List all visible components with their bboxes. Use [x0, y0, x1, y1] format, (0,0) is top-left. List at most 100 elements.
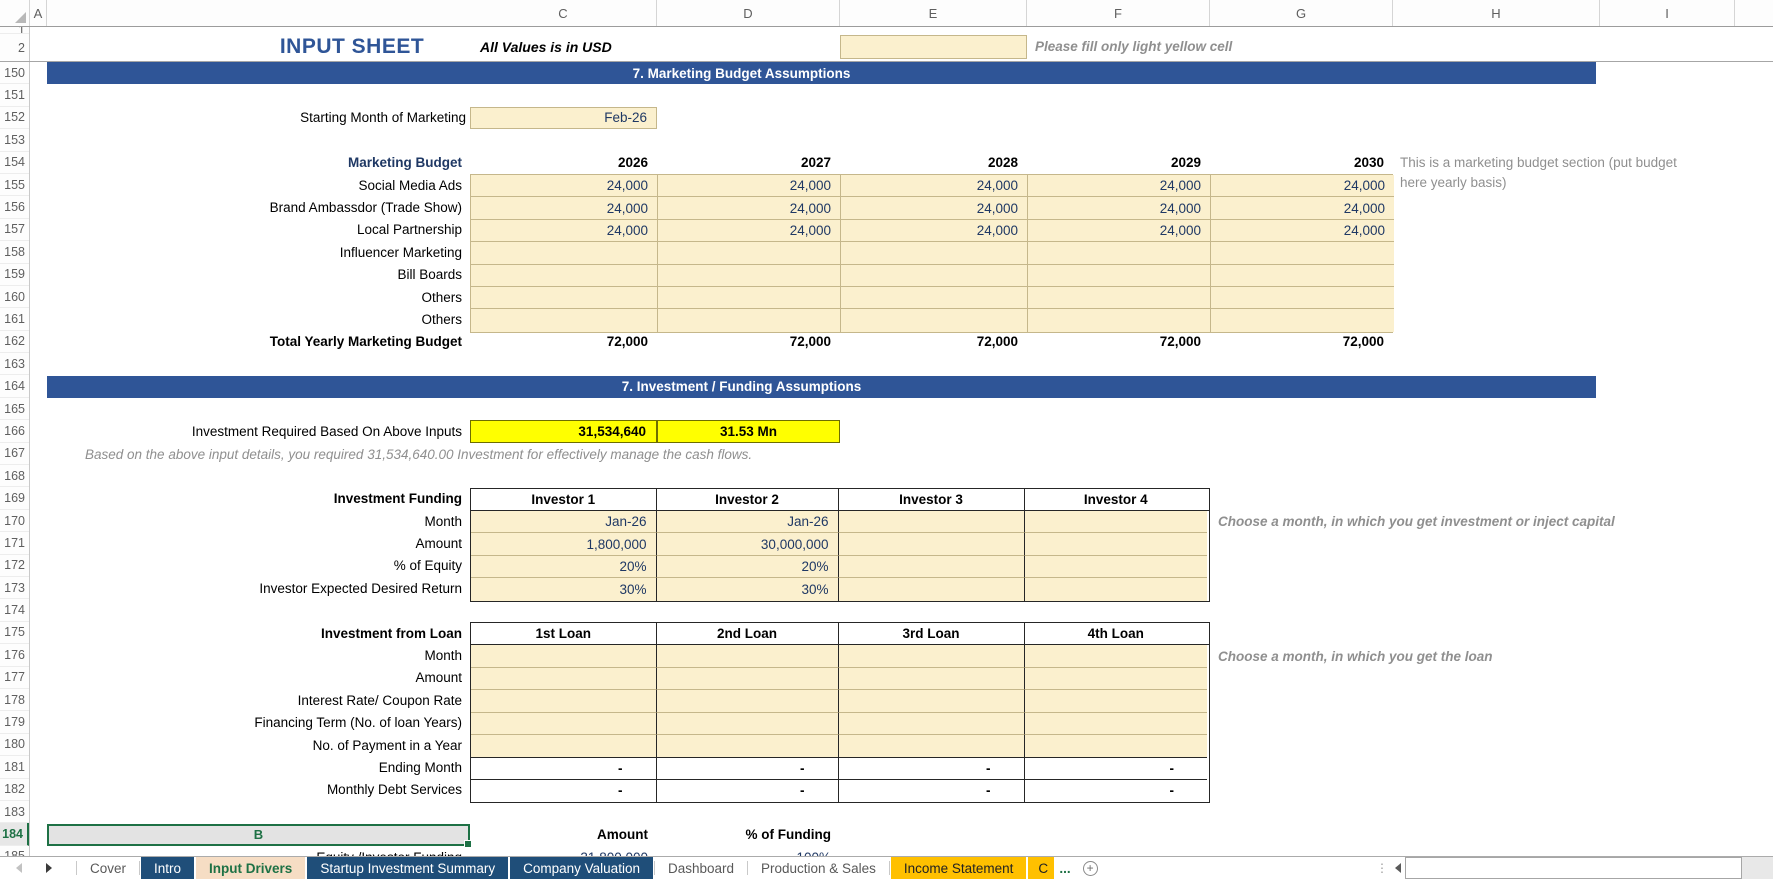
- row-header[interactable]: 159: [0, 264, 29, 286]
- loan-input-cell[interactable]: [657, 668, 839, 690]
- select-all-corner[interactable]: [0, 0, 30, 26]
- row-header[interactable]: 154: [0, 152, 29, 174]
- marketing-input-cell[interactable]: [471, 309, 658, 331]
- row-header[interactable]: 180: [0, 734, 29, 756]
- funding-input-cell[interactable]: [1025, 578, 1208, 600]
- tab-partial[interactable]: C: [1028, 857, 1054, 879]
- funding-input-cell[interactable]: [1025, 511, 1208, 533]
- marketing-input-cell[interactable]: [1028, 309, 1211, 331]
- tab-overflow-indicator[interactable]: ...: [1055, 857, 1074, 879]
- investment-required-mn[interactable]: 31.53 Mn: [657, 420, 840, 442]
- loan-input-cell[interactable]: [471, 645, 657, 667]
- loan-input-cell[interactable]: [471, 713, 657, 735]
- loan-input-cell[interactable]: [471, 735, 657, 757]
- row-header[interactable]: 156: [0, 196, 29, 218]
- investment-required-amount[interactable]: 31,534,640: [470, 420, 657, 442]
- marketing-input-cell[interactable]: 24,000: [841, 197, 1028, 219]
- loan-input-cell[interactable]: [839, 645, 1025, 667]
- loan-input-cell[interactable]: [839, 668, 1025, 690]
- funding-input-cell[interactable]: 30,000,000: [657, 533, 839, 555]
- marketing-input-cell[interactable]: [658, 242, 841, 264]
- loan-input-cell[interactable]: [839, 690, 1025, 712]
- marketing-input-cell[interactable]: [841, 265, 1028, 287]
- loan-input-cell[interactable]: [471, 668, 657, 690]
- row-header[interactable]: 151: [0, 84, 29, 106]
- row-header[interactable]: 164: [0, 375, 29, 397]
- marketing-input-cell[interactable]: [1211, 309, 1394, 331]
- row-header[interactable]: 152: [0, 107, 29, 129]
- marketing-input-cell[interactable]: 24,000: [471, 175, 658, 197]
- tab-scroll-right-icon[interactable]: [46, 863, 52, 873]
- funding-input-cell[interactable]: Jan-26: [657, 511, 839, 533]
- row-header[interactable]: 162: [0, 331, 29, 353]
- tab-production-sales[interactable]: Production & Sales: [748, 857, 889, 879]
- tab-income-statement[interactable]: Income Statement: [891, 857, 1027, 879]
- marketing-input-cell[interactable]: 24,000: [658, 220, 841, 242]
- marketing-input-cell[interactable]: 24,000: [658, 175, 841, 197]
- marketing-input-cell[interactable]: [658, 265, 841, 287]
- funding-input-cell[interactable]: 20%: [471, 556, 657, 578]
- row-header[interactable]: 170: [0, 510, 29, 532]
- splitter-dots-icon[interactable]: ⋮: [1376, 861, 1389, 875]
- starting-month-input[interactable]: Feb-26: [470, 107, 657, 129]
- row-header[interactable]: 166: [0, 420, 29, 442]
- column-header-d[interactable]: D: [657, 0, 840, 26]
- row-header[interactable]: 181: [0, 756, 29, 778]
- row-header[interactable]: 167: [0, 443, 29, 465]
- marketing-input-cell[interactable]: [841, 287, 1028, 309]
- row-header[interactable]: 160: [0, 286, 29, 308]
- marketing-input-cell[interactable]: [658, 287, 841, 309]
- row-header[interactable]: 185: [0, 846, 29, 856]
- row-header[interactable]: 175: [0, 622, 29, 644]
- loan-input-cell[interactable]: [471, 690, 657, 712]
- loan-input-cell[interactable]: [657, 645, 839, 667]
- funding-input-cell[interactable]: [1025, 533, 1208, 555]
- row-header[interactable]: 171: [0, 532, 29, 554]
- row-header[interactable]: 169: [0, 487, 29, 509]
- marketing-input-cell[interactable]: [1028, 242, 1211, 264]
- marketing-input-cell[interactable]: 24,000: [841, 175, 1028, 197]
- funding-input-cell[interactable]: 30%: [657, 578, 839, 600]
- hscroll-left-icon[interactable]: [1395, 863, 1401, 873]
- column-header-a[interactable]: A: [30, 0, 47, 26]
- tab-scroll-left-icon[interactable]: [16, 863, 22, 873]
- row-header[interactable]: 184: [0, 823, 29, 845]
- column-header-e[interactable]: E: [840, 0, 1027, 26]
- row-header[interactable]: 176: [0, 644, 29, 666]
- row-header[interactable]: 163: [0, 353, 29, 375]
- loan-input-cell[interactable]: [657, 735, 839, 757]
- funding-input-cell[interactable]: 30%: [471, 578, 657, 600]
- marketing-input-cell[interactable]: 24,000: [471, 197, 658, 219]
- funding-input-cell[interactable]: 1,800,000: [471, 533, 657, 555]
- column-header-c[interactable]: C: [470, 0, 657, 26]
- row-header[interactable]: 182: [0, 779, 29, 801]
- row-header[interactable]: 174: [0, 599, 29, 621]
- funding-input-cell[interactable]: [839, 578, 1025, 600]
- column-header-f[interactable]: F: [1027, 0, 1210, 26]
- marketing-input-cell[interactable]: [841, 309, 1028, 331]
- loan-input-cell[interactable]: [839, 735, 1025, 757]
- marketing-input-cell[interactable]: 24,000: [1211, 175, 1394, 197]
- new-sheet-icon[interactable]: +: [1083, 861, 1098, 876]
- tab-dashboard[interactable]: Dashboard: [655, 857, 747, 879]
- tab-intro[interactable]: Intro: [141, 857, 194, 879]
- funding-input-cell[interactable]: [1025, 556, 1208, 578]
- tab-input-drivers[interactable]: Input Drivers: [196, 857, 305, 879]
- row-header[interactable]: 150: [0, 62, 29, 84]
- marketing-input-cell[interactable]: 24,000: [1211, 197, 1394, 219]
- row-header[interactable]: 183: [0, 801, 29, 823]
- column-header-j-sliver[interactable]: [1735, 0, 1773, 26]
- funding-input-cell[interactable]: [839, 556, 1025, 578]
- marketing-input-cell[interactable]: 24,000: [1211, 220, 1394, 242]
- loan-input-cell[interactable]: [839, 713, 1025, 735]
- row-header[interactable]: 173: [0, 577, 29, 599]
- active-cell-selection[interactable]: [47, 824, 470, 846]
- row-header[interactable]: 165: [0, 398, 29, 420]
- marketing-input-cell[interactable]: 24,000: [841, 220, 1028, 242]
- marketing-input-cell[interactable]: 24,000: [658, 197, 841, 219]
- row-header[interactable]: 172: [0, 555, 29, 577]
- row-header[interactable]: 2: [0, 34, 29, 62]
- loan-input-cell[interactable]: [1025, 645, 1208, 667]
- tab-startup-investment-summary[interactable]: Startup Investment Summary: [307, 857, 508, 879]
- column-header-g[interactable]: G: [1210, 0, 1393, 26]
